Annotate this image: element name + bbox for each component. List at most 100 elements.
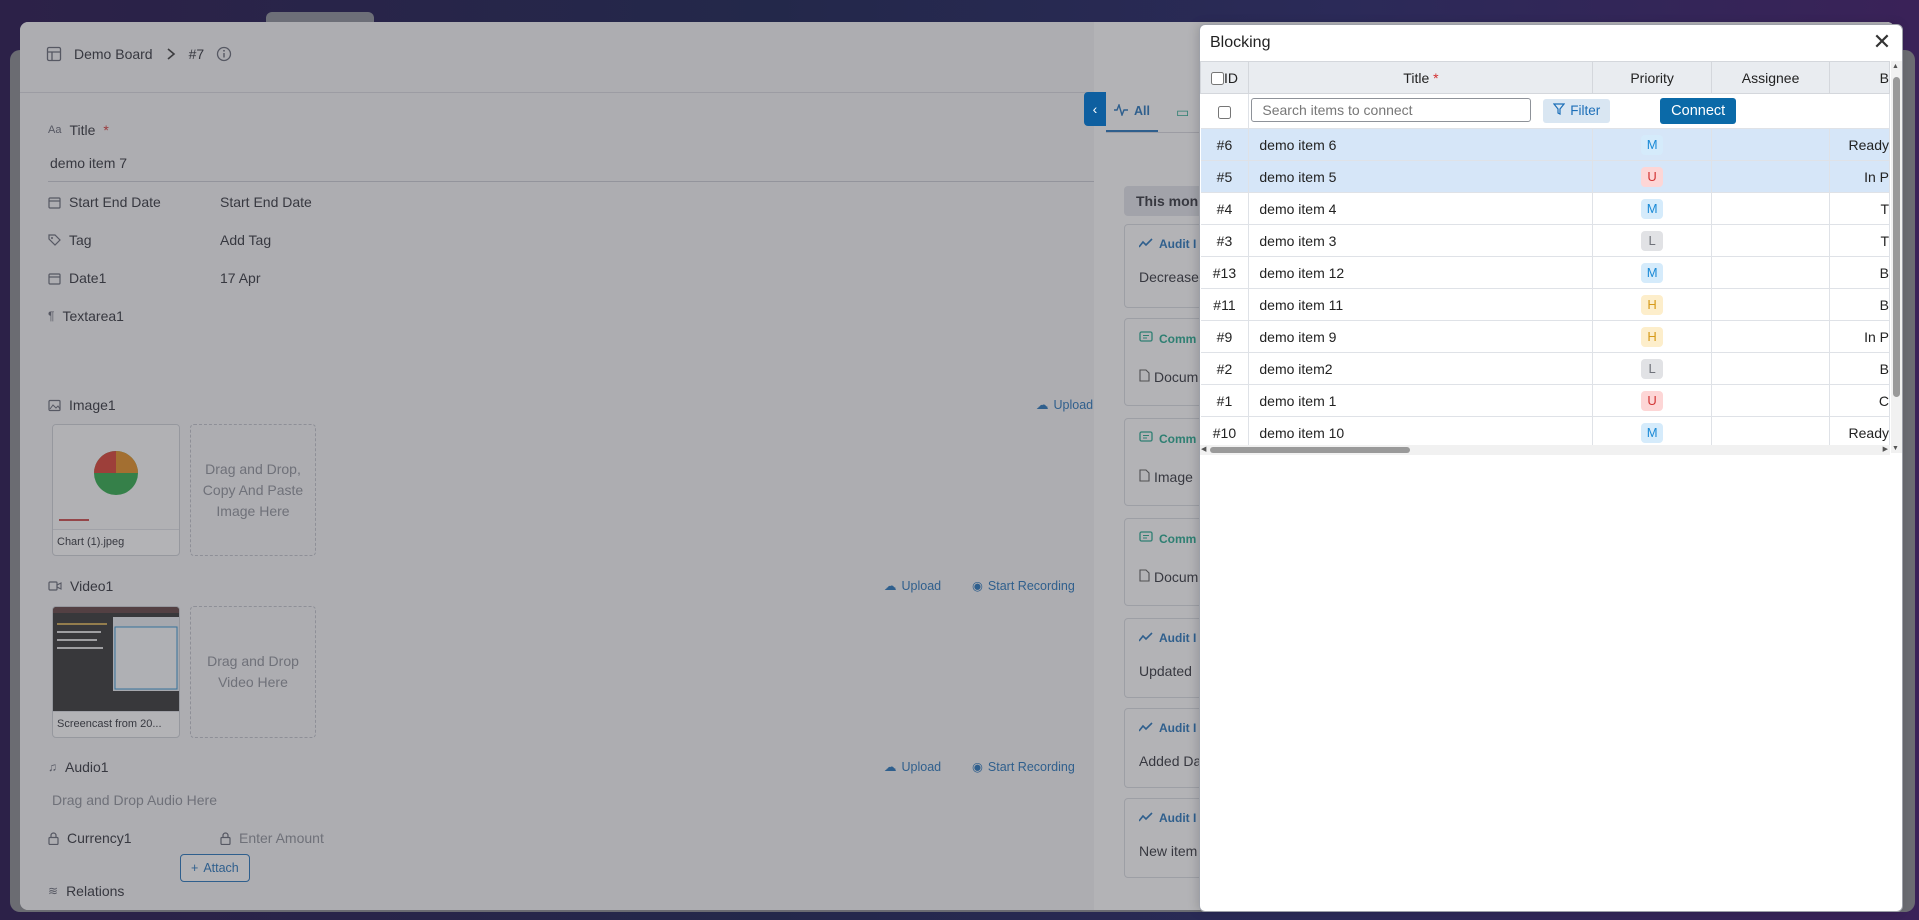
table-row[interactable]: #5 demo item 5 U In P	[1200, 160, 1890, 193]
start-end-date-label: Start End Date	[69, 194, 161, 210]
activity-card-body: Added Da	[1139, 753, 1201, 769]
priority-badge: H	[1641, 294, 1664, 315]
row-title[interactable]: demo item 12	[1248, 256, 1594, 289]
title-column-header[interactable]: Title *	[1248, 61, 1594, 94]
close-icon[interactable]: ✕	[1870, 30, 1894, 54]
priority-badge: L	[1641, 358, 1664, 379]
row-id: #9	[1200, 320, 1250, 353]
trend-icon	[1138, 631, 1153, 645]
priority-column-header[interactable]: Priority	[1592, 61, 1712, 94]
select-all-checkbox[interactable]	[1211, 72, 1224, 86]
breadcrumb-board[interactable]: Demo Board	[74, 46, 153, 62]
vertical-scroll-thumb[interactable]	[1893, 77, 1900, 397]
row-title[interactable]: demo item 3	[1248, 224, 1594, 257]
scroll-down-arrow[interactable]: ▼	[1892, 445, 1899, 452]
comments-tab-icon[interactable]: ▭	[1176, 104, 1189, 121]
currency-amount-input[interactable]: Enter Amount	[239, 830, 324, 846]
horizontal-scrollbar[interactable]: ◀ ▶	[1200, 445, 1890, 455]
audio-drop-zone[interactable]: Drag and Drop Audio Here	[52, 792, 217, 808]
paragraph-icon: ¶	[48, 309, 55, 323]
board-icon	[46, 46, 62, 62]
comment-icon	[1139, 531, 1153, 547]
audio-record-button[interactable]: ◉ Start Recording	[972, 759, 1075, 775]
scroll-right-arrow[interactable]: ▶	[1883, 445, 1888, 453]
row-title[interactable]: demo item 4	[1248, 192, 1594, 225]
row-title[interactable]: demo item2	[1248, 352, 1594, 385]
status-column-header[interactable]: B	[1829, 61, 1890, 94]
document-icon	[1139, 369, 1150, 385]
title-field-label: Aa Title *	[48, 122, 109, 138]
id-header-label: ID	[1224, 69, 1238, 86]
table-row[interactable]: #3 demo item 3 L T	[1200, 224, 1890, 257]
table-row[interactable]: #10 demo item 10 M Ready	[1200, 416, 1890, 449]
info-icon[interactable]	[216, 46, 232, 62]
cloud-upload-icon: ☁	[1036, 398, 1049, 412]
image-thumbnail[interactable]: Chart (1).jpeg	[52, 424, 180, 556]
tab-all-label: All	[1134, 104, 1150, 118]
blocking-dialog: Blocking ✕ ID Title * Priority Assignee …	[1199, 24, 1903, 912]
activity-card-text: Decrease	[1139, 269, 1199, 285]
row-title[interactable]: demo item 5	[1248, 160, 1594, 193]
row-assignee	[1711, 288, 1831, 321]
video1-label: Video1	[70, 578, 114, 594]
collapse-panel-button[interactable]: ‹	[1084, 92, 1106, 126]
activity-card-text: New item	[1139, 843, 1198, 859]
start-end-date-value[interactable]: Start End Date	[220, 194, 312, 210]
toolbar-checkbox[interactable]	[1217, 105, 1231, 119]
start-end-date-row: Start End Date Start End Date	[48, 194, 312, 210]
row-title[interactable]: demo item 6	[1248, 128, 1594, 161]
image1-label: Image1	[69, 397, 116, 413]
title-input[interactable]	[48, 145, 1104, 182]
row-title[interactable]: demo item 11	[1248, 288, 1594, 321]
priority-badge: U	[1641, 166, 1664, 187]
audio1-label: Audio1	[65, 759, 109, 775]
video-icon	[48, 580, 62, 592]
table-row[interactable]: #11 demo item 11 H B	[1200, 288, 1890, 321]
image-drop-zone[interactable]: Drag and Drop, Copy And Paste Image Here	[190, 424, 316, 556]
assignee-column-header[interactable]: Assignee	[1710, 61, 1831, 94]
activity-card-type: Audit I	[1159, 811, 1197, 825]
row-status: In P	[1829, 320, 1890, 353]
image1-section-label: Image1	[48, 397, 116, 413]
video-drop-zone[interactable]: Drag and Drop Video Here	[190, 606, 316, 738]
search-toolbar-row: Filter Connect	[1200, 93, 1890, 129]
audio-upload-label: Upload	[901, 759, 942, 774]
audio-upload-button[interactable]: ☁ Upload	[884, 759, 942, 775]
table-row[interactable]: #1 demo item 1 U C	[1200, 384, 1890, 417]
toolbar-cell: Filter Connect	[1248, 93, 1890, 129]
date1-value[interactable]: 17 Apr	[220, 270, 260, 286]
tab-all[interactable]: All	[1106, 92, 1158, 132]
title-header-label: Title	[1403, 69, 1430, 86]
scroll-up-arrow[interactable]: ▲	[1892, 63, 1899, 70]
video-upload-button[interactable]: ☁ Upload	[884, 578, 941, 594]
relations-icon: ≋	[48, 884, 59, 898]
tag-label: Tag	[69, 232, 92, 248]
vertical-scrollbar[interactable]: ▲ ▼	[1891, 61, 1902, 453]
cloud-upload-icon: ☁	[884, 579, 897, 593]
image-upload-button[interactable]: ☁ Upload	[1036, 397, 1093, 413]
attach-button[interactable]: + Attach	[180, 854, 250, 882]
row-title[interactable]: demo item 1	[1248, 384, 1594, 417]
activity-card-body: Docum	[1139, 569, 1198, 585]
activity-card-body: New item	[1139, 843, 1197, 859]
horizontal-scroll-thumb[interactable]	[1210, 447, 1410, 453]
table-row[interactable]: #13 demo item 12 M B	[1200, 256, 1890, 289]
row-title[interactable]: demo item 9	[1248, 320, 1594, 353]
scroll-left-arrow[interactable]: ◀	[1201, 445, 1206, 453]
table-row[interactable]: #4 demo item 4 M T	[1200, 192, 1890, 225]
table-row[interactable]: #2 demo item2 L B	[1200, 352, 1890, 385]
activity-card-header: Audit I	[1138, 811, 1197, 825]
row-title[interactable]: demo item 10	[1248, 416, 1594, 449]
table-row[interactable]: #9 demo item 9 H In P	[1200, 320, 1890, 353]
connect-button[interactable]: Connect	[1660, 98, 1737, 124]
search-input[interactable]	[1251, 98, 1532, 122]
table-row[interactable]: #6 demo item 6 M Ready	[1200, 128, 1890, 161]
id-column-header[interactable]: ID	[1200, 61, 1250, 94]
image-file-icon	[1139, 469, 1150, 485]
add-tag[interactable]: Add Tag	[220, 232, 271, 248]
video-thumbnail[interactable]: Screencast from 20...	[52, 606, 180, 738]
row-id: #13	[1200, 256, 1250, 289]
filter-button[interactable]: Filter	[1543, 98, 1611, 123]
video-record-button[interactable]: ◉ Start Recording	[972, 578, 1075, 594]
row-priority-cell: M	[1592, 192, 1712, 225]
